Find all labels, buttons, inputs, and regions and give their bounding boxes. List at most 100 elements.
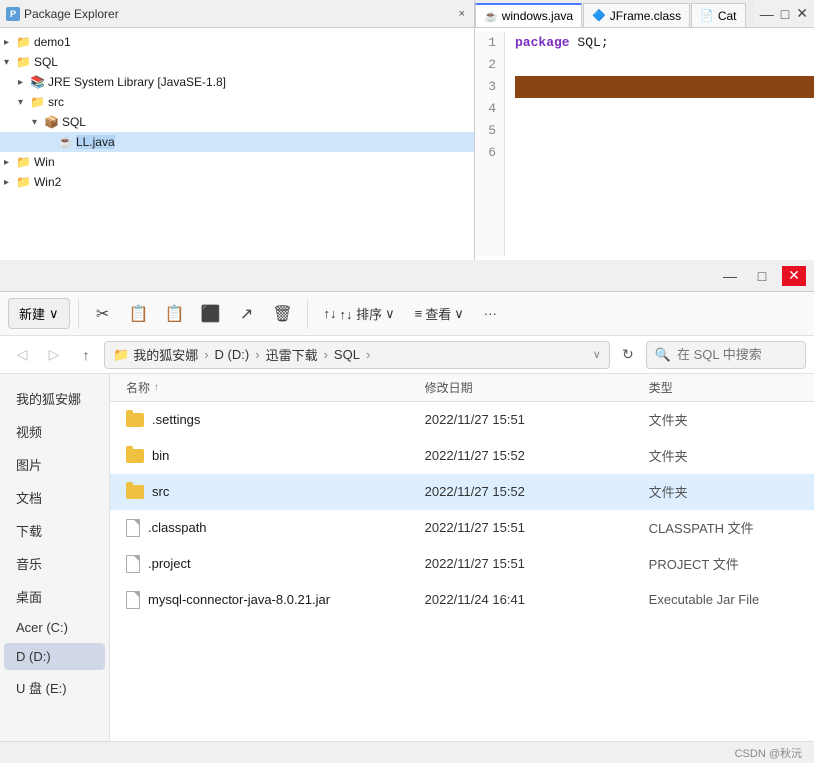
tab-cat[interactable]: 📄 Cat bbox=[691, 3, 745, 27]
sidebar-item---[interactable]: 图片 bbox=[4, 449, 105, 480]
back-button[interactable]: ◁ bbox=[8, 341, 36, 369]
tree-item-win[interactable]: ▸ 📁 Win bbox=[0, 152, 474, 172]
maximize-icon[interactable]: □ bbox=[779, 4, 791, 24]
search-icon: 🔍 bbox=[655, 347, 671, 363]
tree-item-icon: 📁 bbox=[16, 175, 31, 189]
sidebar-item---[interactable]: 音乐 bbox=[4, 548, 105, 579]
file-date-col: 2022/11/27 15:51 bbox=[425, 520, 649, 535]
tree-item-icon: 📁 bbox=[30, 95, 45, 109]
pe-close-button[interactable]: × bbox=[456, 7, 468, 21]
file-name-label: .project bbox=[148, 556, 191, 571]
view-icon: ≡ bbox=[415, 306, 423, 321]
fe-maximize-button[interactable]: □ bbox=[750, 266, 774, 286]
copy-button[interactable]: 📋 bbox=[123, 298, 155, 330]
sidebar-item---[interactable]: 视频 bbox=[4, 416, 105, 447]
line-number-2: 2 bbox=[483, 54, 496, 76]
file-row-settings[interactable]: .settings 2022/11/27 15:51 文件夹 bbox=[110, 402, 814, 438]
package-explorer-icon: P bbox=[6, 7, 20, 21]
file-date-col: 2022/11/27 15:52 bbox=[425, 484, 649, 499]
tab-label: Cat bbox=[718, 9, 737, 23]
fe-addressbar: ◁ ▷ ↑ 📁 我的狐安娜 › D (D:) › 迅雷下载 › SQL › ∨ … bbox=[0, 336, 814, 374]
tree-item-src[interactable]: ▾ 📁 src bbox=[0, 92, 474, 112]
fe-statusbar: CSDN @秋沅 bbox=[0, 741, 814, 763]
tree-item-jre[interactable]: ▸ 📚 JRE System Library [JavaSE-1.8] bbox=[0, 72, 474, 92]
file-name-col: bin bbox=[126, 448, 425, 463]
refresh-button[interactable]: ↻ bbox=[614, 341, 642, 369]
keyword-package: package bbox=[515, 32, 570, 54]
new-button[interactable]: 新建 ∨ bbox=[8, 298, 70, 329]
file-name-col: .settings bbox=[126, 412, 425, 427]
code-line-2 bbox=[515, 54, 814, 76]
tree-item-win2[interactable]: ▸ 📁 Win2 bbox=[0, 172, 474, 192]
fe-minimize-button[interactable]: — bbox=[718, 266, 742, 286]
view-button[interactable]: ≡ 查看 ∨ bbox=[407, 299, 472, 328]
share-button[interactable]: ↗ bbox=[231, 298, 263, 330]
tree-item-icon: 📦 bbox=[44, 115, 59, 129]
tree-item-demo1[interactable]: ▸ 📁 demo1 bbox=[0, 32, 474, 52]
address-box[interactable]: 📁 我的狐安娜 › D (D:) › 迅雷下载 › SQL › ∨ bbox=[104, 341, 610, 369]
sidebar-item------[interactable]: 我的狐安娜 bbox=[4, 383, 105, 414]
sidebar-item-U----E--[interactable]: U 盘 (E:) bbox=[4, 672, 105, 703]
file-row-classpath[interactable]: .classpath 2022/11/27 15:51 CLASSPATH 文件 bbox=[110, 510, 814, 546]
breadcrumb-2[interactable]: D (D:) bbox=[215, 347, 250, 362]
file-name-label: bin bbox=[152, 448, 169, 463]
code-line-5 bbox=[515, 120, 814, 142]
sort-button[interactable]: ↑↓ ↑↓ 排序 ∨ bbox=[316, 299, 403, 328]
file-row-project[interactable]: .project 2022/11/27 15:51 PROJECT 文件 bbox=[110, 546, 814, 582]
breadcrumb-3[interactable]: 迅雷下载 bbox=[266, 345, 318, 364]
file-row-mysql-jar[interactable]: mysql-connector-java-8.0.21.jar 2022/11/… bbox=[110, 582, 814, 618]
file-row-bin[interactable]: bin 2022/11/27 15:52 文件夹 bbox=[110, 438, 814, 474]
address-dropdown-icon[interactable]: ∨ bbox=[593, 348, 601, 361]
file-row-src[interactable]: src 2022/11/27 15:52 文件夹 bbox=[110, 474, 814, 510]
tree-item-ll-java[interactable]: ☕ LL.java bbox=[0, 132, 474, 152]
tab-icon: ☕ bbox=[484, 10, 498, 23]
folder-icon bbox=[126, 449, 144, 463]
new-label: 新建 bbox=[19, 304, 45, 323]
file-icon bbox=[126, 555, 140, 573]
line-numbers: 123456 bbox=[475, 32, 505, 256]
tab-windows-java[interactable]: ☕ windows.java bbox=[475, 3, 582, 27]
fe-sidebar: 我的狐安娜视频图片文档下载音乐桌面Acer (C:)D (D:)U 盘 (E:) bbox=[0, 374, 110, 741]
up-button[interactable]: ↑ bbox=[72, 341, 100, 369]
tab-jframe-class[interactable]: 🔷 JFrame.class bbox=[583, 3, 690, 27]
sidebar-item---[interactable]: 下载 bbox=[4, 515, 105, 546]
tree-arrow-icon: ▾ bbox=[18, 97, 28, 108]
tab-icon: 🔷 bbox=[592, 9, 606, 22]
search-box[interactable]: 🔍 bbox=[646, 341, 806, 369]
sidebar-item---[interactable]: 文档 bbox=[4, 482, 105, 513]
tree-item-sql-pkg[interactable]: ▾ 📦 SQL bbox=[0, 112, 474, 132]
rename-button[interactable]: ⬛ bbox=[195, 298, 227, 330]
more-button[interactable]: ··· bbox=[476, 301, 505, 326]
code-sql-text: SQL; bbox=[577, 32, 608, 54]
sidebar-item---[interactable]: 桌面 bbox=[4, 581, 105, 612]
paste-button[interactable]: 📋 bbox=[159, 298, 191, 330]
fe-close-button[interactable]: ✕ bbox=[782, 266, 806, 286]
breadcrumb-1[interactable]: 我的狐安娜 bbox=[133, 345, 198, 364]
file-date-col: 2022/11/27 15:52 bbox=[425, 448, 649, 463]
forward-button[interactable]: ▷ bbox=[40, 341, 68, 369]
sort-arrow-icon: ∨ bbox=[385, 306, 395, 322]
sort-up-icon: ↑ bbox=[154, 382, 159, 393]
close-icon[interactable]: ✕ bbox=[794, 3, 810, 24]
tree-item-icon: 📁 bbox=[16, 55, 31, 69]
cut-button[interactable]: ✂ bbox=[87, 298, 119, 330]
sidebar-item-D--D--[interactable]: D (D:) bbox=[4, 643, 105, 670]
minimize-icon[interactable]: — bbox=[758, 4, 776, 24]
code-area[interactable]: package SQL; bbox=[505, 32, 814, 256]
more-icon: ··· bbox=[484, 306, 497, 321]
tree-arrow-icon: ▸ bbox=[4, 177, 14, 188]
breadcrumb-4[interactable]: SQL bbox=[334, 347, 360, 362]
delete-button[interactable]: 🗑 bbox=[267, 298, 299, 330]
tree-item-icon: 📚 bbox=[30, 75, 45, 89]
sidebar-item-Acer--C--[interactable]: Acer (C:) bbox=[4, 614, 105, 641]
search-input[interactable] bbox=[677, 347, 797, 362]
file-name-label: .settings bbox=[152, 412, 200, 427]
tree-item-sql[interactable]: ▾ 📁 SQL bbox=[0, 52, 474, 72]
pe-title: Package Explorer bbox=[24, 7, 452, 21]
tab-label: JFrame.class bbox=[610, 9, 681, 23]
code-line-3 bbox=[515, 76, 814, 98]
file-explorer: — □ ✕ 新建 ∨ ✂ 📋 📋 ⬛ ↗ 🗑 ↑↓ ↑↓ 排序 ∨ ≡ 查看 ∨… bbox=[0, 260, 814, 763]
tree-arrow-icon: ▾ bbox=[4, 57, 14, 68]
line-number-1: 1 bbox=[483, 32, 496, 54]
fe-main: 我的狐安娜视频图片文档下载音乐桌面Acer (C:)D (D:)U 盘 (E:)… bbox=[0, 374, 814, 741]
